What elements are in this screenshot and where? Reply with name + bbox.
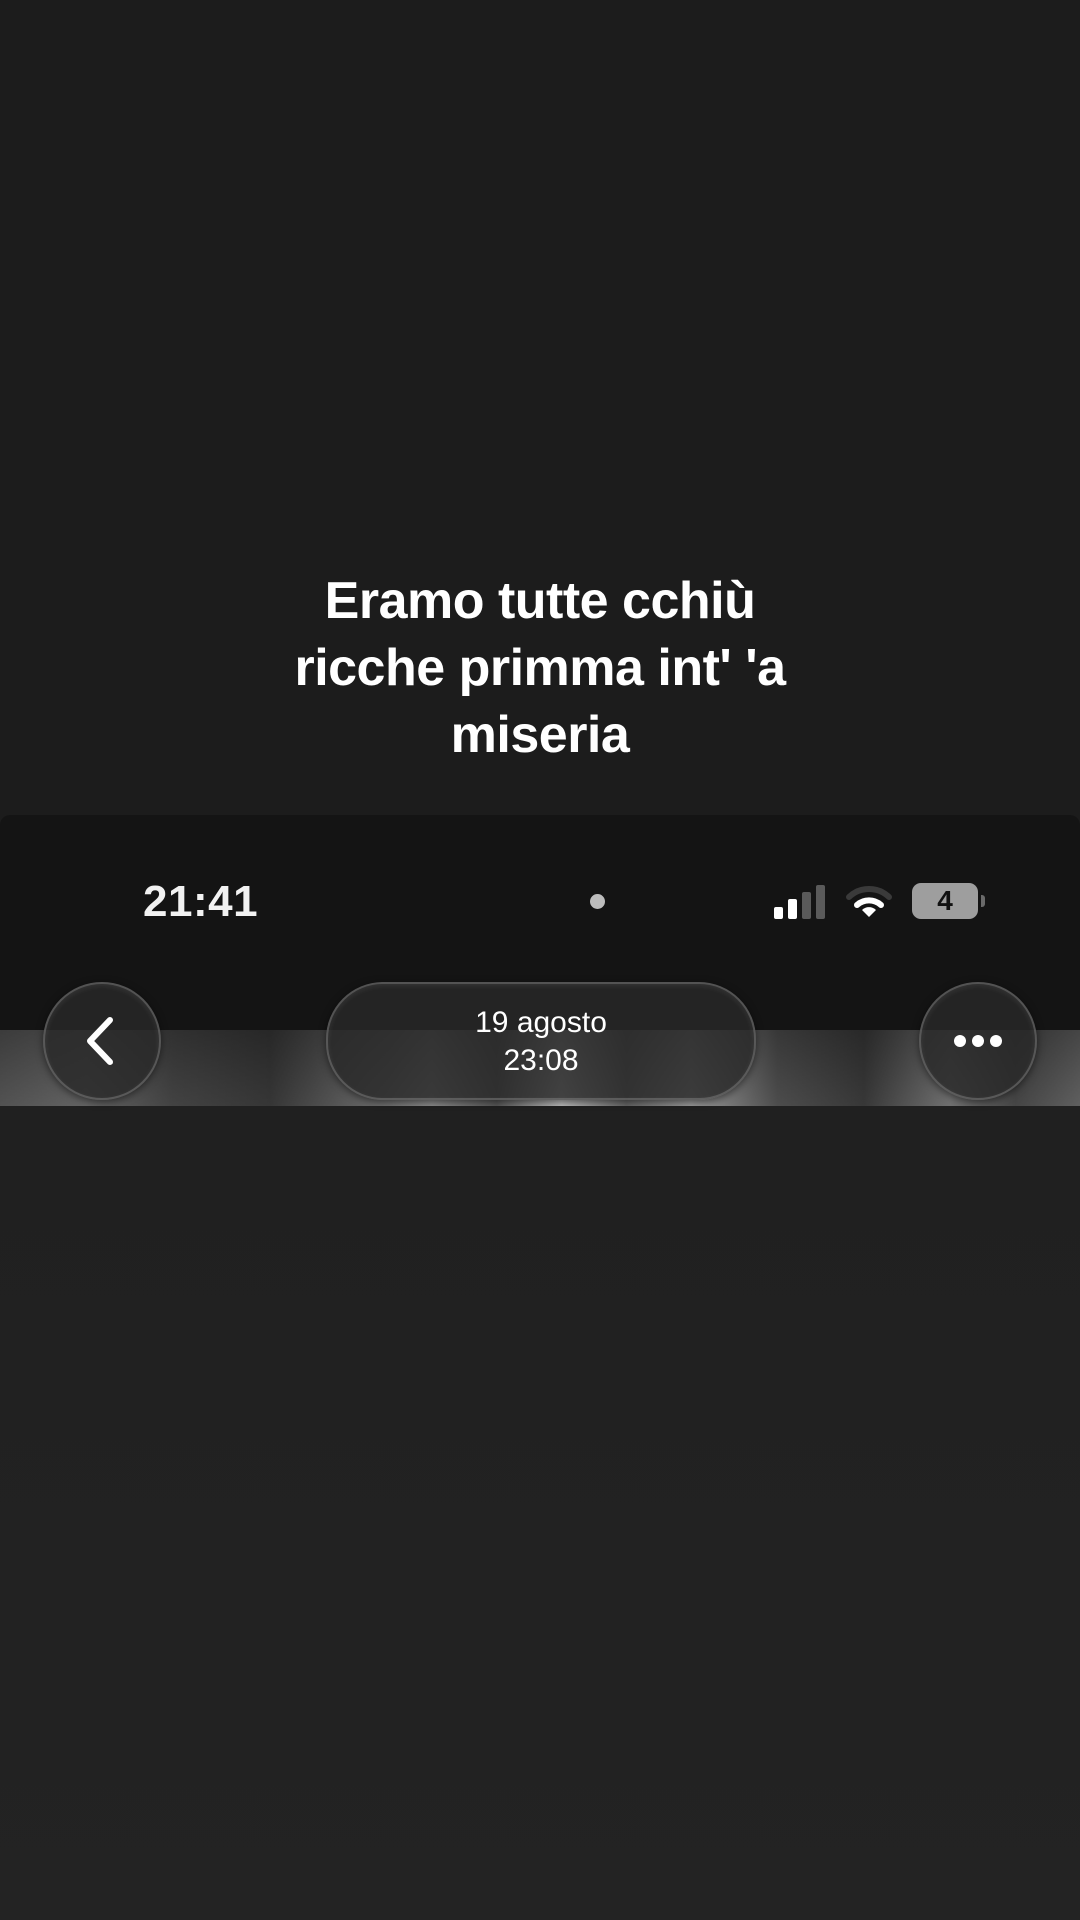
ellipsis-icon	[954, 1035, 1002, 1047]
cellular-signal-icon	[774, 885, 826, 919]
caption-area: Eramo tutte cchiù ricche primma int' 'a …	[0, 0, 1080, 815]
page: Eramo tutte cchiù ricche primma int' 'a …	[0, 0, 1080, 1920]
back-button[interactable]	[43, 982, 161, 1100]
caption-line: miseria	[450, 706, 630, 764]
battery-tip	[981, 895, 985, 907]
camera-indicator-dot	[590, 894, 605, 909]
photo-date: 19 agosto	[475, 1006, 607, 1039]
status-time: 21:41	[143, 877, 259, 926]
caption-line: Eramo tutte cchiù	[324, 572, 756, 630]
wifi-icon	[846, 886, 892, 917]
more-options-button[interactable]	[919, 982, 1037, 1100]
date-pill[interactable]: 19 agosto 23:08	[326, 982, 756, 1100]
battery-icon: 4	[912, 883, 978, 919]
caption-text: Eramo tutte cchiù ricche primma int' 'a …	[190, 568, 890, 769]
caption-line: ricche primma int' 'a	[294, 639, 786, 697]
embedded-screenshot: 21:41 4 19 agosto 23:08	[0, 815, 1080, 1920]
chevron-left-icon	[87, 1017, 113, 1065]
photo-time: 23:08	[503, 1044, 579, 1077]
